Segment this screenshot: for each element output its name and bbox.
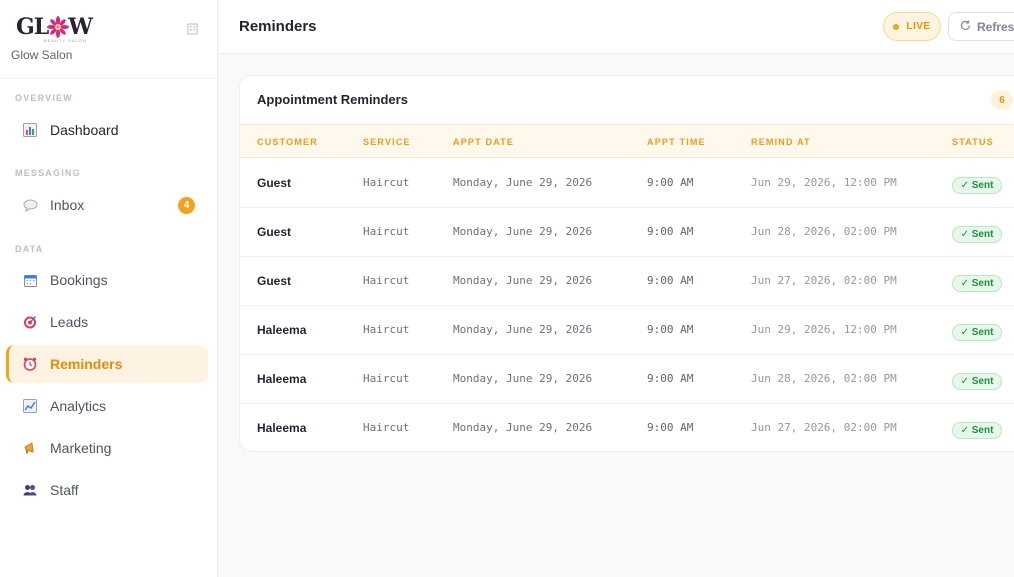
table-row[interactable]: Haleema Haircut Monday, June 29, 2026 9:… [240,306,1014,355]
remind-at-cell: Jun 27, 2026, 02:00 PM [751,274,897,287]
logo-text-right: W [68,14,93,40]
appt-date-cell: Monday, June 29, 2026 [453,225,593,238]
sidebar-item-dashboard[interactable]: Dashboard [6,111,208,149]
sidebar-item-label: Inbox [50,197,85,213]
table-row[interactable]: Haleema Haircut Monday, June 29, 2026 9:… [240,355,1014,404]
status-badge: ✓ Sent [952,177,1002,194]
column-header-status[interactable]: STATUS [952,137,994,147]
glow-logo[interactable]: GL W [16,14,93,40]
status-badge: ✓ Sent [952,226,1002,243]
logo-subtitle: BEAUTY SALON [44,38,87,43]
bar-chart-icon [22,122,38,138]
sidebar-item-leads[interactable]: Leads [6,303,208,341]
status-badge: ✓ Sent [952,324,1002,341]
appt-time-cell: 9:00 AM [647,421,694,434]
people-icon [22,482,38,498]
appt-date-cell: Monday, June 29, 2026 [453,421,593,434]
sidebar-item-label: Analytics [50,398,107,414]
live-dot-icon [893,23,900,30]
customer-cell: Haleema [257,372,307,386]
remind-at-cell: Jun 28, 2026, 02:00 PM [751,225,897,238]
appt-time-cell: 9:00 AM [647,274,694,287]
sidebar-item-analytics[interactable]: Analytics [6,387,208,425]
target-icon [22,314,38,330]
appt-time-cell: 9:00 AM [647,323,694,336]
customer-cell: Guest [257,274,292,288]
refresh-button[interactable]: Refresh [948,12,1014,41]
line-chart-icon [22,398,38,414]
service-cell: Haircut [363,225,410,238]
card-title: Appointment Reminders [257,92,408,107]
service-cell: Haircut [363,421,410,434]
live-label: LIVE [906,21,931,32]
appt-date-cell: Monday, June 29, 2026 [453,274,593,287]
brand-name: Glow Salon [11,48,73,62]
refresh-icon [960,20,971,34]
status-badge: ✓ Sent [952,373,1002,390]
inbox-count-badge: 4 [178,197,195,214]
customer-cell: Guest [257,225,292,239]
megaphone-icon [22,440,38,456]
table-row[interactable]: Guest Haircut Monday, June 29, 2026 9:00… [240,257,1014,306]
column-header-remind-at[interactable]: REMIND AT [751,137,811,147]
sidebar-item-marketing[interactable]: Marketing [6,429,208,467]
column-header-service[interactable]: SERVICE [363,137,411,147]
remind-at-cell: Jun 27, 2026, 02:00 PM [751,421,897,434]
brand-header: GL W BEAUTY SALON Glow Salon [0,0,217,79]
customer-cell: Haleema [257,323,307,337]
sidebar-item-label: Marketing [50,440,112,456]
building-icon[interactable] [187,23,198,35]
logo-text-left: GL [16,14,49,40]
live-status-pill: LIVE [883,12,941,41]
service-cell: Haircut [363,323,410,336]
table-row[interactable]: Haleema Haircut Monday, June 29, 2026 9:… [240,404,1014,451]
appointment-reminders-card: Appointment Reminders 6 CUSTOMER SERVICE… [239,75,1014,452]
section-label-data: DATA [15,244,44,254]
appt-date-cell: Monday, June 29, 2026 [453,323,593,336]
service-cell: Haircut [363,274,410,287]
appt-time-cell: 9:00 AM [647,176,694,189]
flower-logo-icon [47,16,70,38]
appt-time-cell: 9:00 AM [647,372,694,385]
sidebar: GL W BEAUTY SALON Glow Salon OVERVIEW Da… [0,0,218,577]
section-label-messaging: MESSAGING [15,168,81,178]
column-header-customer[interactable]: CUSTOMER [257,137,318,147]
refresh-label: Refresh [977,19,1014,34]
sidebar-item-inbox[interactable]: Inbox 4 [6,186,208,224]
sidebar-item-staff[interactable]: Staff [6,471,208,509]
service-cell: Haircut [363,372,410,385]
remind-at-cell: Jun 28, 2026, 02:00 PM [751,372,897,385]
customer-cell: Haleema [257,421,307,435]
remind-at-cell: Jun 29, 2026, 12:00 PM [751,176,897,189]
appt-date-cell: Monday, June 29, 2026 [453,176,593,189]
table-row[interactable]: Guest Haircut Monday, June 29, 2026 9:00… [240,208,1014,257]
sidebar-item-label: Reminders [50,356,123,372]
table-header: CUSTOMER SERVICE APPT DATE APPT TIME REM… [240,124,1014,158]
appt-date-cell: Monday, June 29, 2026 [453,372,593,385]
speech-bubble-icon [22,197,38,213]
status-badge: ✓ Sent [952,422,1002,439]
status-badge: ✓ Sent [952,275,1002,292]
calendar-icon [22,272,38,288]
sidebar-item-label: Leads [50,314,89,330]
sidebar-item-label: Staff [50,482,79,498]
sidebar-item-label: Bookings [50,272,108,288]
reminder-count-badge: 6 [991,90,1013,110]
section-label-overview: OVERVIEW [15,93,73,103]
alarm-clock-icon [22,356,38,372]
service-cell: Haircut [363,176,410,189]
page-title: Reminders [239,18,317,35]
column-header-appt-date[interactable]: APPT DATE [453,137,514,147]
sidebar-item-label: Dashboard [50,122,119,138]
remind-at-cell: Jun 29, 2026, 12:00 PM [751,323,897,336]
customer-cell: Guest [257,176,292,190]
sidebar-item-bookings[interactable]: Bookings [6,261,208,299]
table-row[interactable]: Guest Haircut Monday, June 29, 2026 9:00… [240,159,1014,208]
appt-time-cell: 9:00 AM [647,225,694,238]
sidebar-item-reminders[interactable]: Reminders [6,345,208,383]
column-header-appt-time[interactable]: APPT TIME [647,137,706,147]
top-bar: Reminders LIVE Refresh [219,0,1014,54]
